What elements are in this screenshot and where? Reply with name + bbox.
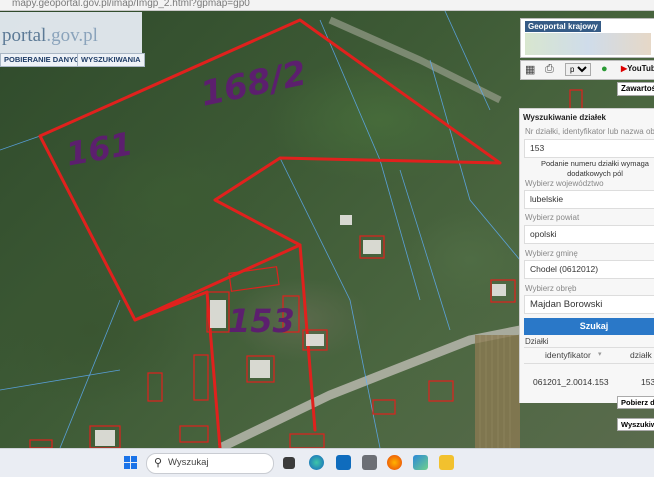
parcel-search-panel: Wyszukiwanie działek Nr działki, identyf…	[519, 108, 654, 403]
commune-label: Wybierz gminę	[525, 249, 578, 258]
col-parcel[interactable]: działk	[630, 350, 652, 360]
help-icon[interactable]: ●	[601, 63, 608, 75]
edge-icon[interactable]	[309, 455, 324, 470]
overview-map-thumbnail[interactable]	[525, 33, 651, 55]
voivodeship-label: Wybierz województwo	[525, 179, 604, 188]
url-text[interactable]: mapy.geoportal.gov.pl/imap/Imgp_2.html?g…	[12, 0, 250, 9]
annotation-153: 153	[228, 302, 295, 340]
outlook-icon[interactable]	[336, 455, 351, 470]
windows-taskbar: ⚲ Wyszukaj	[0, 448, 654, 477]
menu-data-download[interactable]: POBIERANIE DANYCH	[0, 53, 89, 67]
search-tab[interactable]: Wyszukiw	[617, 418, 654, 431]
logo-main: portal	[2, 25, 47, 46]
task-view-icon[interactable]	[283, 457, 295, 469]
voivodeship-select[interactable]: lubelskie	[524, 190, 654, 209]
parcel-id-input[interactable]: 153	[524, 139, 654, 158]
results-header: identyfikator ▾ działk	[545, 350, 652, 360]
youtube-icon[interactable]: ▶YouTube	[621, 64, 654, 73]
county-label: Wybierz powiat	[525, 213, 580, 222]
photos-icon[interactable]	[413, 455, 428, 470]
precinct-select[interactable]: Majdan Borowski	[524, 295, 654, 314]
map-icon[interactable]: ▦	[525, 63, 535, 76]
language-select[interactable]: pol	[565, 63, 591, 76]
results-header-divider	[524, 363, 654, 364]
menu-search[interactable]: WYSZUKIWANIA	[77, 53, 145, 67]
header-logo-box: portal.gov.pl POBIERANIE DANYCH WYSZUKIW…	[0, 12, 145, 67]
overview-map-badge[interactable]: Geoportal krajowy	[520, 18, 654, 58]
parcel-id-label: Nr działki, identyfikator lub nazwa obr	[525, 127, 654, 136]
panel-title: Wyszukiwanie działek	[523, 113, 606, 122]
contents-tab[interactable]: Zawartoś	[617, 82, 654, 96]
results-label: Działki	[525, 337, 549, 346]
file-explorer-icon[interactable]	[439, 455, 454, 470]
taskbar-search[interactable]: ⚲ Wyszukaj	[146, 453, 274, 474]
toolbar: ▦ ⎙ pol ● ▶YouTube	[520, 60, 654, 80]
sort-icon[interactable]: ▾	[598, 350, 602, 358]
search-button[interactable]: Szukaj	[524, 318, 654, 335]
search-icon: ⚲	[154, 457, 163, 469]
browser-address-bar[interactable]: mapy.geoportal.gov.pl/imap/Imgp_2.html?g…	[0, 0, 654, 11]
results-divider	[524, 347, 654, 348]
firefox-icon[interactable]	[387, 455, 402, 470]
download-tab[interactable]: Pobierz d	[617, 396, 654, 409]
commune-select[interactable]: Chodel (0612012)	[524, 260, 654, 279]
row-parcel: 153	[641, 377, 654, 387]
windows-start-icon[interactable]	[124, 456, 138, 470]
parcel-note: Podanie numeru działki wymaga dodatkowyc…	[541, 159, 649, 178]
logo-sub: .gov.pl	[46, 25, 98, 46]
badge-title: Geoportal krajowy	[525, 21, 601, 32]
table-row[interactable]: 061201_2.0014.153 153	[533, 377, 654, 387]
row-identifier: 061201_2.0014.153	[533, 377, 609, 387]
youtube-label: YouTube	[627, 64, 654, 73]
print-icon[interactable]: ⎙	[545, 63, 554, 76]
taskbar-search-placeholder: Wyszukaj	[168, 457, 209, 468]
geoportal-logo[interactable]: portal.gov.pl	[2, 25, 98, 47]
county-select[interactable]: opolski	[524, 225, 654, 244]
precinct-label: Wybierz obręb	[525, 284, 577, 293]
calculator-icon[interactable]	[362, 455, 377, 470]
col-identifier[interactable]: identyfikator	[545, 350, 591, 360]
